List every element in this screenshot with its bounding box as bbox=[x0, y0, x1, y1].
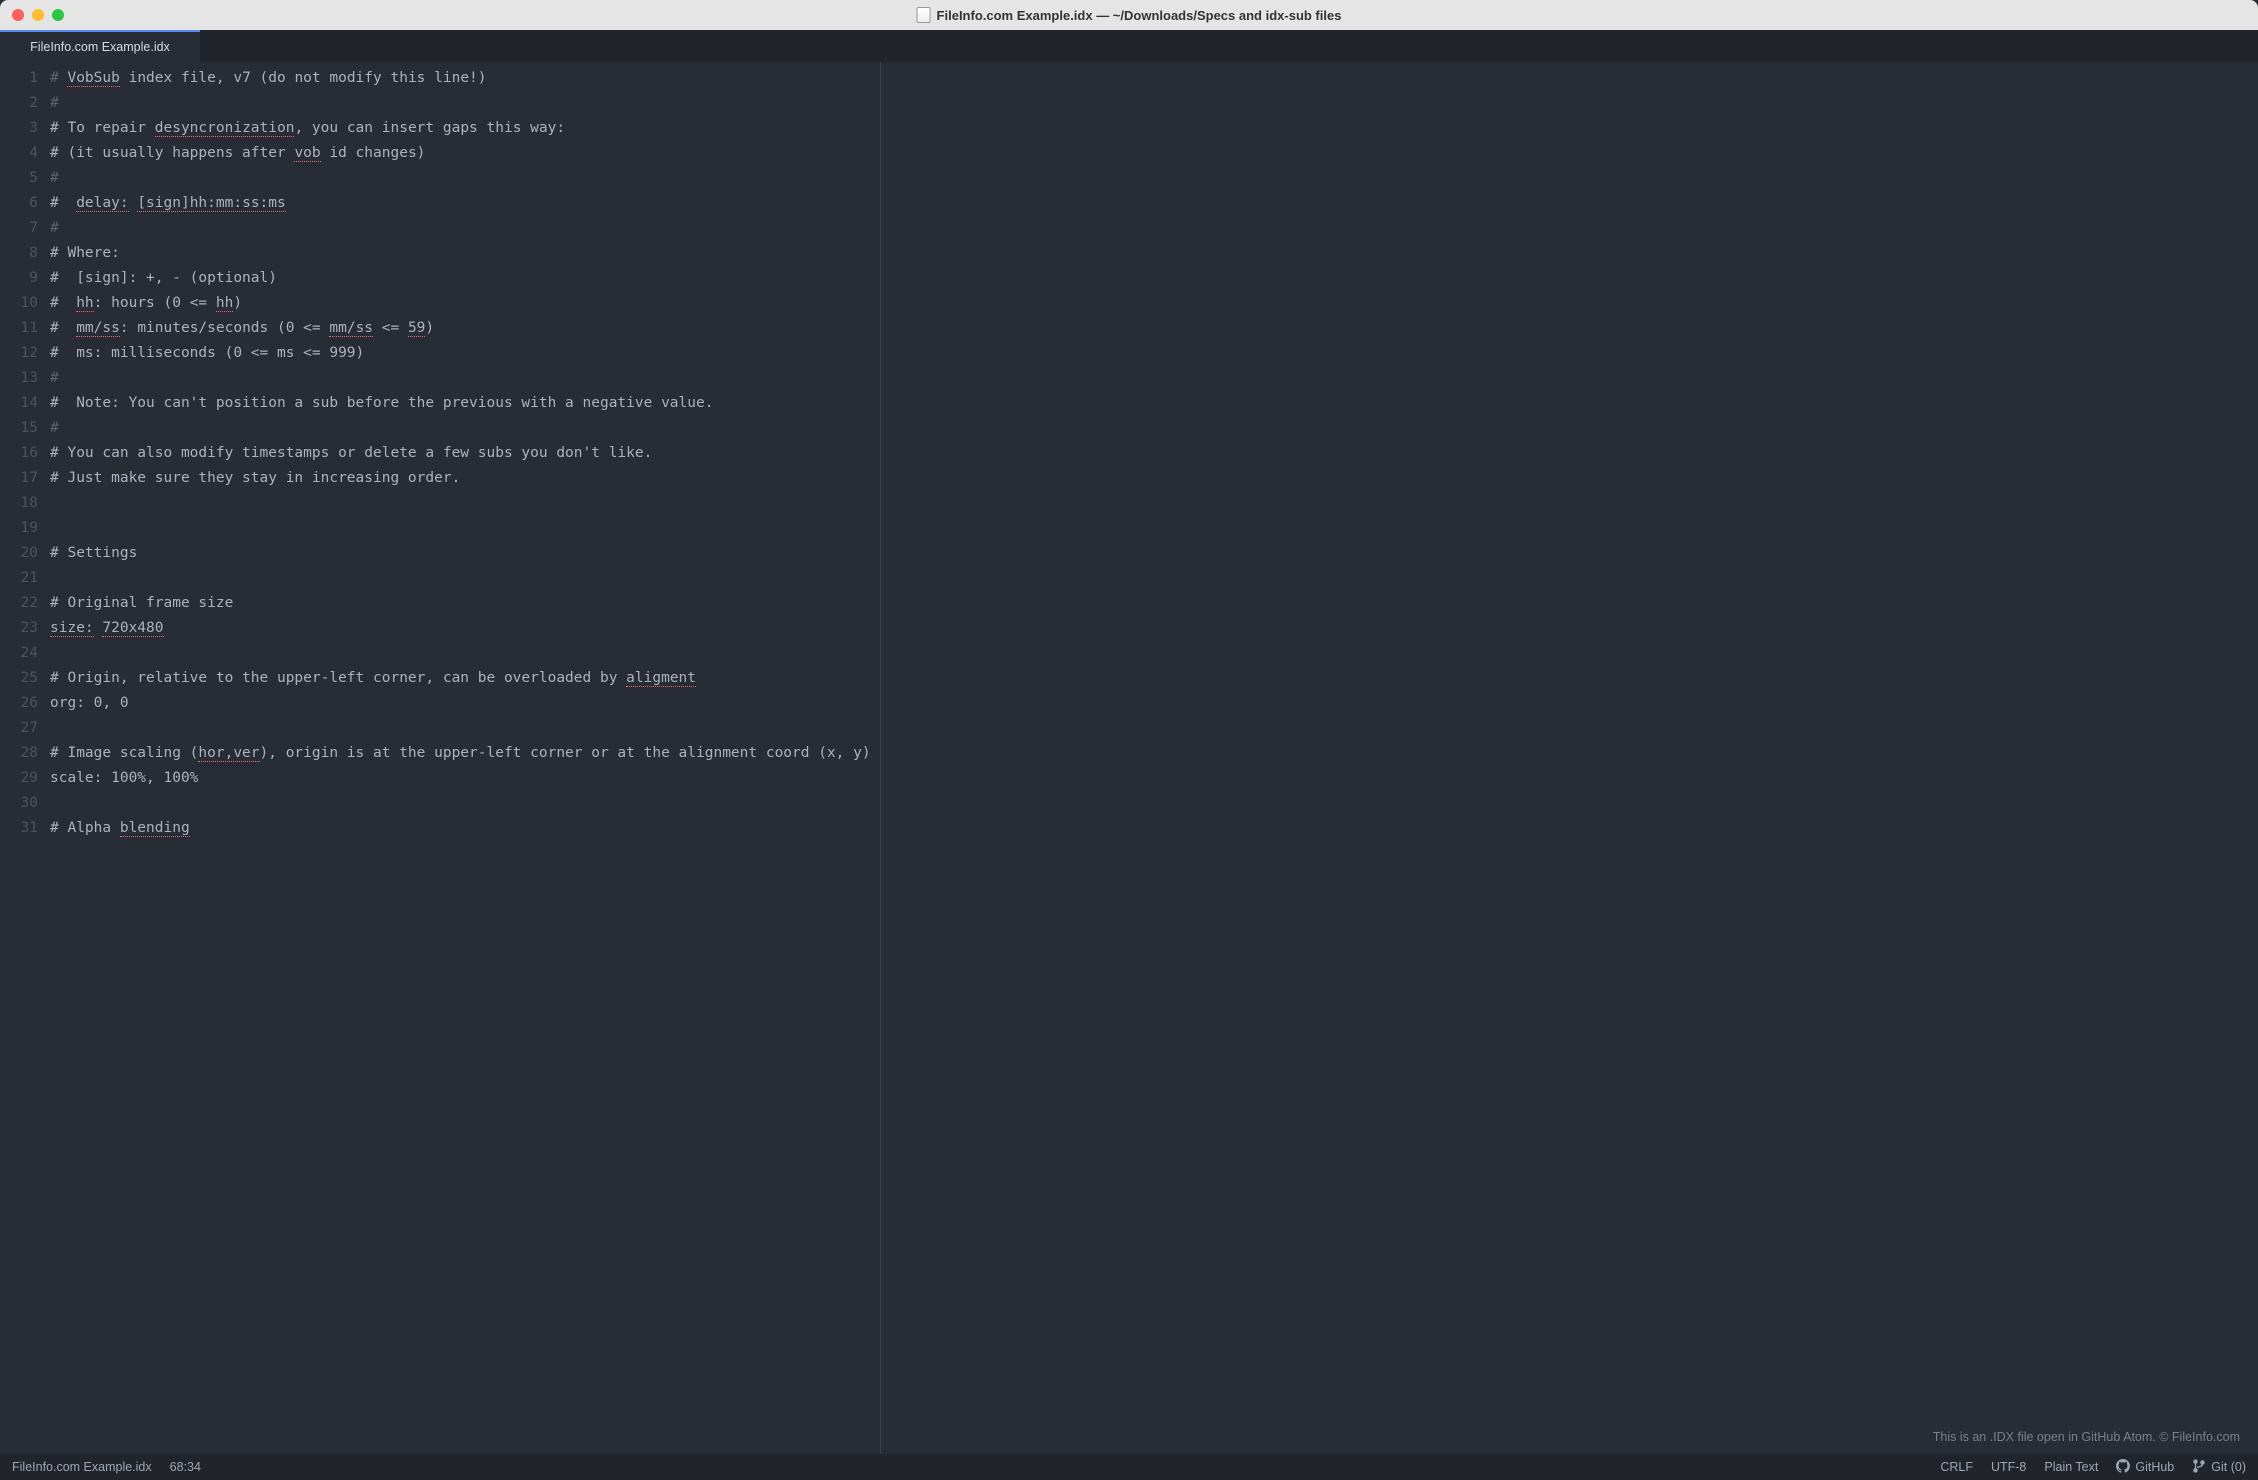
code-line[interactable]: org: 0, 0 bbox=[50, 691, 2258, 716]
line-number: 29 bbox=[0, 766, 38, 791]
code-line[interactable]: # hh: hours (0 <= hh) bbox=[50, 291, 2258, 316]
code-line[interactable]: # Settings bbox=[50, 541, 2258, 566]
window-controls bbox=[0, 9, 64, 21]
code-line[interactable]: # VobSub index file, v7 (do not modify t… bbox=[50, 66, 2258, 91]
line-number: 31 bbox=[0, 816, 38, 841]
line-number: 16 bbox=[0, 441, 38, 466]
status-eol[interactable]: CRLF bbox=[1940, 1460, 1973, 1474]
line-number: 20 bbox=[0, 541, 38, 566]
status-bar: FileInfo.com Example.idx 68:34 CRLF UTF-… bbox=[0, 1454, 2258, 1480]
code-line[interactable]: # Origin, relative to the upper-left cor… bbox=[50, 666, 2258, 691]
tab-label: FileInfo.com Example.idx bbox=[30, 40, 170, 54]
line-number: 17 bbox=[0, 466, 38, 491]
minimize-window-button[interactable] bbox=[32, 9, 44, 21]
line-number: 21 bbox=[0, 566, 38, 591]
line-number: 24 bbox=[0, 641, 38, 666]
wrap-guide bbox=[880, 62, 881, 1454]
line-number: 13 bbox=[0, 366, 38, 391]
line-number: 7 bbox=[0, 216, 38, 241]
tab-bar: FileInfo.com Example.idx bbox=[0, 30, 2258, 62]
status-github-label: GitHub bbox=[2135, 1460, 2174, 1474]
line-number: 8 bbox=[0, 241, 38, 266]
code-line[interactable]: # [sign]: +, - (optional) bbox=[50, 266, 2258, 291]
github-icon bbox=[2116, 1459, 2130, 1476]
line-number: 18 bbox=[0, 491, 38, 516]
line-number: 26 bbox=[0, 691, 38, 716]
line-number: 11 bbox=[0, 316, 38, 341]
line-number: 28 bbox=[0, 741, 38, 766]
line-number: 9 bbox=[0, 266, 38, 291]
code-line[interactable]: # bbox=[50, 366, 2258, 391]
line-number: 15 bbox=[0, 416, 38, 441]
code-line[interactable]: # mm/ss: minutes/seconds (0 <= mm/ss <= … bbox=[50, 316, 2258, 341]
status-file[interactable]: FileInfo.com Example.idx bbox=[12, 1460, 152, 1474]
code-line[interactable]: # Image scaling (hor,ver), origin is at … bbox=[50, 741, 2258, 766]
code-line[interactable]: # bbox=[50, 416, 2258, 441]
code-line[interactable]: # Note: You can't position a sub before … bbox=[50, 391, 2258, 416]
document-icon bbox=[917, 7, 931, 23]
status-encoding[interactable]: UTF-8 bbox=[1991, 1460, 2026, 1474]
zoom-window-button[interactable] bbox=[52, 9, 64, 21]
code-area[interactable]: # VobSub index file, v7 (do not modify t… bbox=[50, 62, 2258, 1454]
status-github[interactable]: GitHub bbox=[2116, 1459, 2174, 1476]
line-number: 1 bbox=[0, 66, 38, 91]
line-number: 27 bbox=[0, 716, 38, 741]
status-git-label: Git (0) bbox=[2211, 1460, 2246, 1474]
code-line[interactable] bbox=[50, 641, 2258, 666]
code-line[interactable]: # delay: [sign]hh:mm:ss:ms bbox=[50, 191, 2258, 216]
gutter: 1234567891011121314151617181920212223242… bbox=[0, 62, 50, 1454]
status-git[interactable]: Git (0) bbox=[2192, 1459, 2246, 1476]
line-number: 5 bbox=[0, 166, 38, 191]
status-grammar[interactable]: Plain Text bbox=[2044, 1460, 2098, 1474]
code-line[interactable]: # bbox=[50, 166, 2258, 191]
code-line[interactable]: # Just make sure they stay in increasing… bbox=[50, 466, 2258, 491]
line-number: 10 bbox=[0, 291, 38, 316]
code-line[interactable] bbox=[50, 516, 2258, 541]
window-title-text: FileInfo.com Example.idx — ~/Downloads/S… bbox=[937, 8, 1342, 23]
window-title: FileInfo.com Example.idx — ~/Downloads/S… bbox=[917, 7, 1342, 23]
code-line[interactable]: # bbox=[50, 216, 2258, 241]
line-number: 4 bbox=[0, 141, 38, 166]
line-number: 19 bbox=[0, 516, 38, 541]
line-number: 30 bbox=[0, 791, 38, 816]
code-line[interactable]: # ms: milliseconds (0 <= ms <= 999) bbox=[50, 341, 2258, 366]
titlebar: FileInfo.com Example.idx — ~/Downloads/S… bbox=[0, 0, 2258, 30]
code-line[interactable]: # Original frame size bbox=[50, 591, 2258, 616]
editor[interactable]: 1234567891011121314151617181920212223242… bbox=[0, 62, 2258, 1454]
code-line[interactable] bbox=[50, 791, 2258, 816]
line-number: 6 bbox=[0, 191, 38, 216]
code-line[interactable] bbox=[50, 491, 2258, 516]
code-line[interactable]: # Alpha blending bbox=[50, 816, 2258, 841]
tab-active[interactable]: FileInfo.com Example.idx bbox=[0, 30, 200, 62]
code-line[interactable]: # Where: bbox=[50, 241, 2258, 266]
code-line[interactable] bbox=[50, 716, 2258, 741]
line-number: 3 bbox=[0, 116, 38, 141]
line-number: 14 bbox=[0, 391, 38, 416]
code-line[interactable]: # bbox=[50, 91, 2258, 116]
line-number: 25 bbox=[0, 666, 38, 691]
code-line[interactable]: # You can also modify timestamps or dele… bbox=[50, 441, 2258, 466]
status-cursor[interactable]: 68:34 bbox=[170, 1460, 201, 1474]
code-line[interactable]: # To repair desyncronization, you can in… bbox=[50, 116, 2258, 141]
line-number: 23 bbox=[0, 616, 38, 641]
git-branch-icon bbox=[2192, 1459, 2206, 1476]
line-number: 2 bbox=[0, 91, 38, 116]
code-line[interactable]: # (it usually happens after vob id chang… bbox=[50, 141, 2258, 166]
line-number: 22 bbox=[0, 591, 38, 616]
code-line[interactable] bbox=[50, 566, 2258, 591]
code-line[interactable]: scale: 100%, 100% bbox=[50, 766, 2258, 791]
close-window-button[interactable] bbox=[12, 9, 24, 21]
line-number: 12 bbox=[0, 341, 38, 366]
code-line[interactable]: size: 720x480 bbox=[50, 616, 2258, 641]
